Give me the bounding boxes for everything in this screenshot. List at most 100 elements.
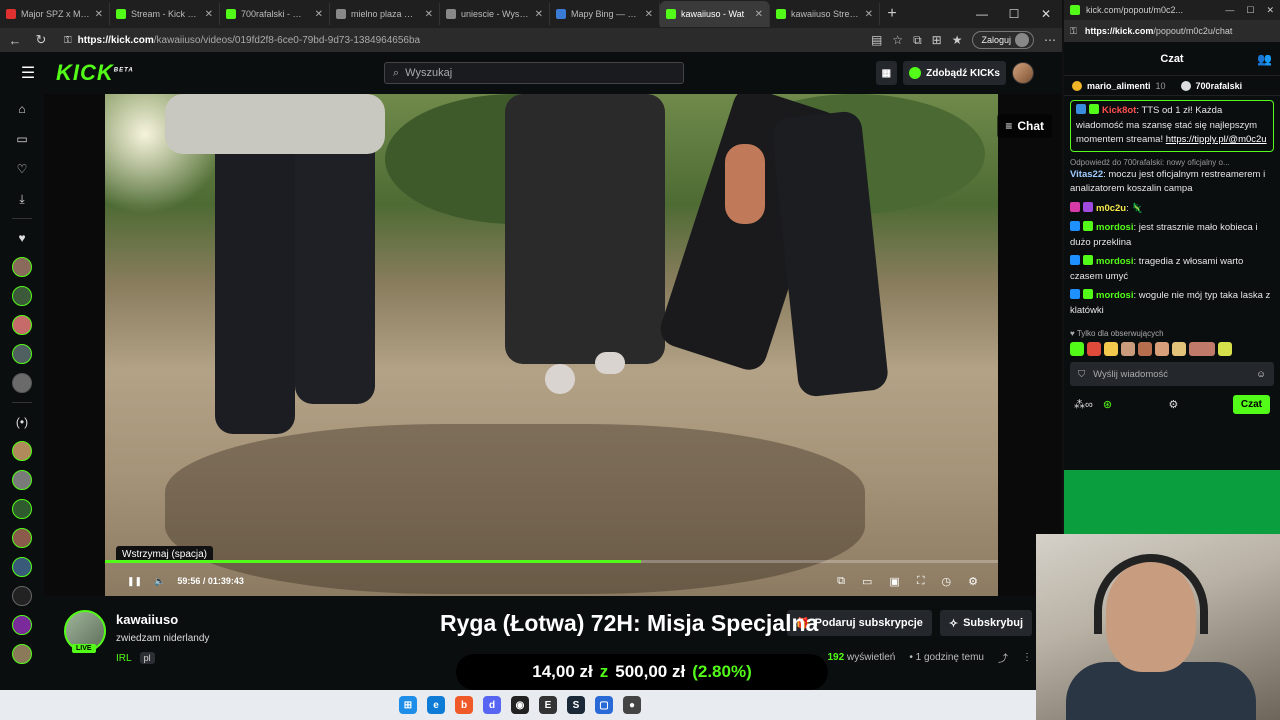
chat-username[interactable]: m0c2u — [1096, 203, 1126, 214]
profile-login-button[interactable]: Zaloguj — [972, 31, 1034, 49]
download-icon[interactable]: ⤓ — [0, 184, 44, 214]
followed-heart-icon[interactable]: ♥ — [0, 223, 44, 253]
minimize-icon[interactable]: — — [966, 7, 998, 21]
chat-username[interactable]: mordosi — [1096, 290, 1133, 301]
emote[interactable] — [1172, 342, 1186, 356]
clip-icon[interactable]: ⧉ — [837, 575, 845, 588]
chat-settings-icon[interactable]: ⚙ — [1169, 398, 1179, 411]
app-icon[interactable]: ▢ — [595, 696, 613, 714]
chat-message-input[interactable]: ⛉ Wyślij wiadomość ☺ — [1070, 362, 1274, 386]
chat-username[interactable]: mordosi — [1096, 222, 1133, 233]
more-options-icon[interactable]: ⋮ — [1022, 652, 1032, 663]
show-chat-button[interactable]: ≡ Chat — [997, 114, 1052, 138]
chat-username[interactable]: Vitas22 — [1070, 169, 1103, 180]
browser-tab[interactable]: Mapy Bing — wsku ✕ — [550, 3, 660, 25]
edge-icon[interactable]: e — [427, 696, 445, 714]
chat-link[interactable]: https://tipply.pl/@m0c2u — [1166, 134, 1267, 145]
browse-icon[interactable]: ▭ — [0, 124, 44, 154]
more-menu-icon[interactable]: ⋯ — [1044, 33, 1056, 47]
video-player[interactable]: ≡ Chat Wstrzymaj (spacja) ❚❚ 🔈 59:56 / 01… — [44, 94, 1062, 596]
recommended-channel-avatar[interactable] — [12, 470, 32, 490]
volume-icon[interactable]: 🔈 — [154, 576, 165, 587]
maximize-icon[interactable]: ☐ — [998, 7, 1030, 21]
kick-coin-icon[interactable]: ⊛ — [1103, 398, 1112, 411]
language-tag[interactable]: pl — [139, 652, 155, 664]
steam-icon[interactable]: S — [567, 696, 585, 714]
emote[interactable] — [1218, 342, 1232, 356]
followed-channel-avatar[interactable] — [12, 373, 32, 393]
browser-tab[interactable]: uniescie - Wyszukaj ✕ — [440, 3, 550, 25]
kick-logo[interactable]: KICKBETA — [56, 60, 134, 86]
video-progress-bar[interactable] — [105, 560, 998, 563]
speed-icon[interactable]: ◷ — [942, 575, 952, 588]
browser-tab[interactable]: Stream - Kick Dashb ✕ — [110, 3, 220, 25]
pause-icon[interactable]: ❚❚ — [127, 576, 142, 587]
followed-channel-avatar[interactable] — [12, 315, 32, 335]
emote[interactable] — [1138, 342, 1152, 356]
emote[interactable] — [1121, 342, 1135, 356]
dashboard-button[interactable]: ▦ — [875, 61, 898, 85]
brave-icon[interactable]: b — [455, 696, 473, 714]
start-windows-icon[interactable]: ⊞ — [399, 696, 417, 714]
gifter-name[interactable]: mario_alimenti — [1087, 81, 1151, 91]
reload-icon[interactable]: ↻ — [32, 32, 50, 48]
address-bar[interactable]: ⚿ https://kick.com/kawaiiuso/videos/019f… — [58, 31, 863, 49]
fullscreen-icon[interactable]: ⛶ — [917, 575, 925, 588]
recommended-channel-avatar[interactable] — [12, 644, 32, 664]
tab-close-icon[interactable]: ✕ — [315, 9, 323, 20]
minimize-icon[interactable]: — — [1225, 5, 1234, 16]
tab-close-icon[interactable]: ✕ — [95, 9, 103, 20]
emote[interactable] — [1155, 342, 1169, 356]
close-icon[interactable]: ✕ — [1266, 5, 1274, 16]
users-icon[interactable]: 👥 — [1257, 52, 1272, 66]
channel-name[interactable]: kawaiiuso — [116, 612, 178, 627]
tab-close-icon[interactable]: ✕ — [535, 9, 543, 20]
emote[interactable] — [1104, 342, 1118, 356]
tab-close-icon[interactable]: ✕ — [865, 9, 873, 20]
browser-tab[interactable]: mielno plaza mieszk ✕ — [330, 3, 440, 25]
settings-gear-icon[interactable]: ⚙ — [968, 575, 978, 588]
recommended-channel-avatar[interactable] — [12, 441, 32, 461]
recommended-channel-avatar[interactable] — [12, 499, 32, 519]
bits-icon[interactable]: ⁂∞ — [1074, 398, 1093, 411]
category-link[interactable]: IRL — [116, 653, 132, 664]
browser-tab[interactable]: kawaiiuso Stream - Y ✕ — [770, 3, 880, 25]
live-icon[interactable]: (•) — [0, 407, 44, 437]
recommended-channel-avatar[interactable] — [12, 615, 32, 635]
discord-icon[interactable]: d — [483, 696, 501, 714]
split-screen-icon[interactable]: ⊞ — [932, 33, 942, 47]
tab-close-icon[interactable]: ✕ — [755, 9, 763, 20]
followed-channel-avatar[interactable] — [12, 286, 32, 306]
get-kicks-button[interactable]: Zdobądź KICKs — [903, 61, 1006, 85]
recommended-channel-avatar[interactable] — [12, 528, 32, 548]
search-input[interactable]: ⌕ Wyszukaj — [384, 62, 684, 84]
browser-tab[interactable]: 700rafalski - Watch ✕ — [220, 3, 330, 25]
favorites-icon[interactable]: ★ — [952, 33, 963, 47]
maximize-icon[interactable]: ☐ — [1246, 5, 1254, 16]
followed-channel-avatar[interactable] — [12, 257, 32, 277]
emote[interactable] — [1070, 342, 1084, 356]
browser-tab[interactable]: kawaiiuso - Wat ✕ — [660, 1, 770, 27]
theater-mode-icon[interactable]: ▭ — [862, 575, 872, 588]
recommended-channel-avatar[interactable] — [12, 557, 32, 577]
home-icon[interactable]: ⌂ — [0, 94, 44, 124]
obs-icon[interactable]: ◉ — [511, 696, 529, 714]
chat-username[interactable]: mordosi — [1096, 256, 1133, 267]
close-icon[interactable]: ✕ — [1030, 7, 1062, 21]
app-icon[interactable]: ● — [623, 696, 641, 714]
epic-games-icon[interactable]: E — [539, 696, 557, 714]
chat-address-bar[interactable]: ⚿ https://kick.com/popout/m0c2u/chat — [1064, 20, 1280, 42]
chat-reply-context[interactable]: Odpowiedź do 700rafalski: nowy oficjalny… — [1070, 157, 1274, 168]
gifter-name[interactable]: 700rafalski — [1196, 81, 1243, 91]
emote[interactable] — [1189, 342, 1215, 356]
following-heart-icon[interactable]: ♡ — [0, 154, 44, 184]
send-chat-button[interactable]: Czat — [1232, 394, 1270, 414]
followed-channel-avatar[interactable] — [12, 344, 32, 364]
chat-username[interactable]: Kick8ot — [1102, 105, 1136, 116]
back-icon[interactable]: ← — [6, 33, 24, 48]
miniplayer-icon[interactable]: ▣ — [889, 575, 899, 588]
reader-icon[interactable]: ▤ — [871, 33, 882, 47]
emote[interactable] — [1087, 342, 1101, 356]
recommended-channel-avatar[interactable] — [12, 586, 32, 606]
tab-close-icon[interactable]: ✕ — [425, 9, 433, 20]
